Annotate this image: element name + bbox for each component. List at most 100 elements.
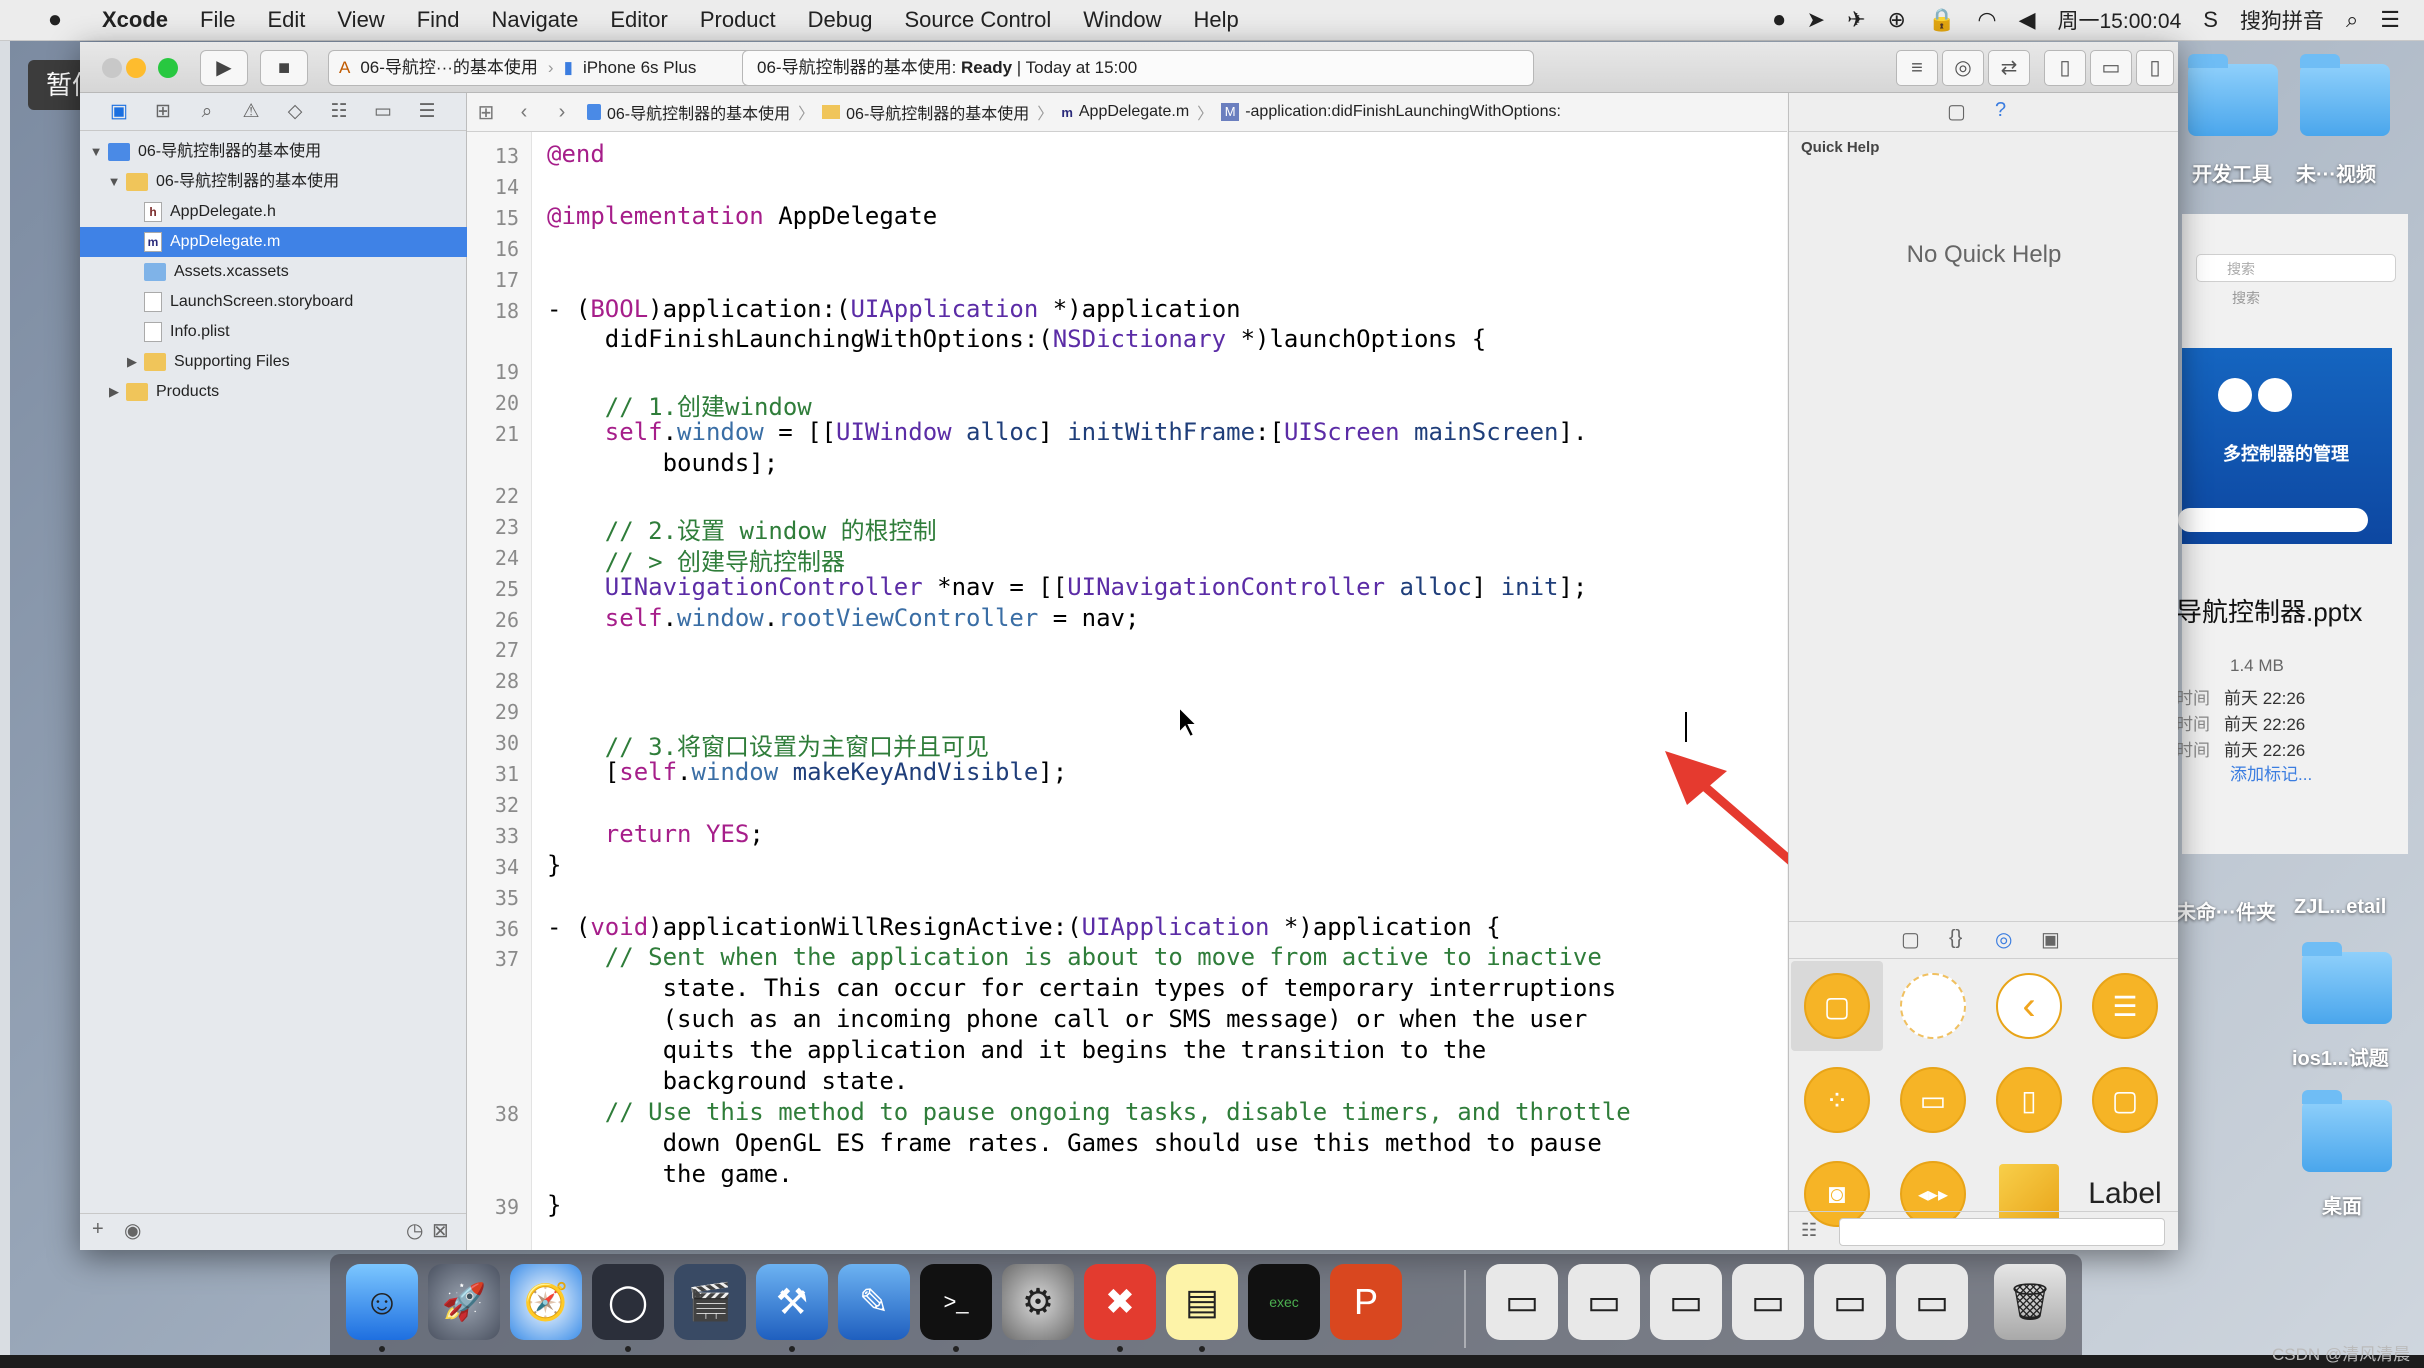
code-line[interactable]: bounds]; (547, 449, 779, 477)
wifi-icon[interactable]: ◠ (1977, 7, 1996, 33)
code-line[interactable]: [self.window makeKeyAndVisible]; (547, 758, 1067, 786)
crumb-project[interactable]: 06-导航控制器的基本使用 (581, 100, 796, 124)
issue-navigator-tab-icon[interactable]: ⚠ (236, 100, 266, 123)
code-line[interactable]: } (547, 851, 561, 879)
menu-source-control[interactable]: Source Control (889, 7, 1068, 33)
code-line[interactable]: } (547, 1191, 561, 1219)
folder-icon[interactable] (2302, 942, 2392, 1024)
tree-item[interactable]: LaunchScreen.storyboard (80, 287, 510, 317)
back-chevron-icon[interactable]: ‹ (505, 101, 543, 124)
object-library-icon[interactable]: ◎ (1995, 927, 2012, 952)
trash-icon[interactable]: 🗑 (1994, 1264, 2066, 1340)
code-line[interactable]: (such as an incoming phone call or SMS m… (547, 1005, 1588, 1033)
console-icon[interactable]: exec (1248, 1264, 1320, 1340)
desktop-label-desktop[interactable]: 桌面 (2322, 1190, 2362, 1219)
scm-filter-icon[interactable]: ⊠ (432, 1218, 449, 1243)
desktop-label-video[interactable]: 未···视频 (2296, 158, 2376, 187)
assistant-editor-icon[interactable]: ◎ (1942, 50, 1984, 86)
menu-debug[interactable]: Debug (792, 7, 889, 33)
tree-item[interactable]: ▼ 06-导航控制器的基本使用 (80, 137, 474, 167)
standard-editor-icon[interactable]: ≡ (1896, 50, 1938, 86)
minimized-window-icon[interactable]: ▭ (1650, 1264, 1722, 1340)
desktop-label-unnamed-folder[interactable]: 未命···件夹 (2176, 896, 2276, 925)
toggle-navigator-icon[interactable]: ▯ (2044, 50, 2086, 86)
code-line[interactable]: @implementation AppDelegate (547, 202, 937, 230)
filter-icon[interactable]: ◉ (124, 1218, 141, 1243)
run-button[interactable]: ▶ (200, 50, 248, 86)
code-line[interactable]: didFinishLaunchingWithOptions:(NSDiction… (547, 325, 1486, 353)
code-line[interactable]: // Use this method to pause ongoing task… (547, 1098, 1631, 1126)
zoom-button[interactable] (158, 58, 178, 78)
tree-item[interactable]: Info.plist (80, 317, 510, 347)
add-file-icon[interactable]: + (92, 1218, 104, 1241)
library-page-view-controller[interactable]: ▢ (2079, 1055, 2171, 1145)
quick-help-icon[interactable]: ? (1995, 99, 2006, 122)
toggle-utilities-icon[interactable]: ▯ (2136, 50, 2174, 86)
location-icon[interactable]: ➤ (1807, 7, 1825, 33)
library-filter-input[interactable] (1839, 1218, 2165, 1246)
terminal-icon[interactable]: >_ (920, 1264, 992, 1340)
crumb-group[interactable]: 06-导航控制器的基本使用 (816, 100, 1035, 124)
code-snippet-library-icon[interactable]: {} (1949, 927, 1962, 950)
system-preferences-icon[interactable]: ⚙ (1002, 1264, 1074, 1340)
input-method-icon[interactable]: S (2203, 7, 2218, 33)
tree-item[interactable]: ▶ Supporting Files (80, 347, 510, 377)
code-line[interactable]: // 2.设置 window 的根控制 (547, 511, 937, 546)
mouse-app-icon[interactable]: ◯ (592, 1264, 664, 1340)
version-editor-icon[interactable]: ⇄ (1988, 50, 2030, 86)
find-navigator-tab-icon[interactable]: ⌕ (192, 101, 222, 123)
library-storyboard-reference[interactable] (1887, 961, 1979, 1051)
minimize-button[interactable] (126, 58, 146, 78)
code-line[interactable]: self.window = [[UIWindow alloc] initWith… (547, 418, 1588, 446)
menu-window[interactable]: Window (1067, 7, 1177, 33)
code-line[interactable]: the game. (547, 1160, 793, 1188)
finder-icon[interactable]: ☺ (346, 1264, 418, 1340)
menu-navigate[interactable]: Navigate (476, 7, 595, 33)
tree-item[interactable]: Assets.xcassets (80, 257, 510, 287)
add-tag-link[interactable]: 添加标记... (2230, 760, 2312, 785)
xcode-dock-icon[interactable]: ⚒ (756, 1264, 828, 1340)
crumb-file[interactable]: m AppDelegate.m (1055, 103, 1195, 121)
media-library-icon[interactable]: ▣ (2041, 927, 2060, 952)
source-editor[interactable]: ⊞ ‹ › 06-导航控制器的基本使用 〉 06-导航控制器的基本使用 〉 m … (467, 93, 1827, 1250)
disclosure-triangle-icon[interactable]: ▼ (106, 167, 122, 197)
file-inspector-icon[interactable]: ▢ (1947, 99, 1966, 124)
code-line[interactable]: UINavigationController *nav = [[UINaviga… (547, 573, 1588, 601)
menu-edit[interactable]: Edit (251, 7, 321, 33)
related-items-icon[interactable]: ⊞ (467, 100, 505, 125)
code-line[interactable]: - (BOOL)application:(UIApplication *)app… (547, 295, 1241, 323)
menu-file[interactable]: File (184, 7, 251, 33)
crumb-method[interactable]: M -application:didFinishLaunchingWithOpt… (1215, 103, 1567, 121)
tree-item[interactable]: ▶ Products (80, 377, 492, 407)
menu-find[interactable]: Find (401, 7, 476, 33)
presentation-app-icon[interactable]: P (1330, 1264, 1402, 1340)
input-method-label[interactable]: 搜狗拼音 (2240, 5, 2324, 35)
disclosure-triangle-icon[interactable]: ▶ (106, 377, 122, 407)
airplane-icon[interactable]: ✈ (1847, 7, 1865, 33)
photo-app-icon[interactable]: 🎬 (674, 1264, 746, 1340)
folder-icon[interactable] (2300, 54, 2390, 136)
code-line[interactable]: - (void)applicationWillResignActive:(UIA… (547, 913, 1501, 941)
code-line[interactable]: @end (547, 140, 605, 168)
test-navigator-tab-icon[interactable]: ◇ (280, 100, 310, 123)
minimized-window-icon[interactable]: ▭ (1732, 1264, 1804, 1340)
file-template-library-icon[interactable]: ▢ (1901, 927, 1920, 952)
breakpoint-navigator-tab-icon[interactable]: ▭ (368, 100, 398, 123)
xmind-icon[interactable]: ✖ (1084, 1264, 1156, 1340)
disclosure-triangle-icon[interactable]: ▶ (124, 347, 140, 377)
lock-icon[interactable]: 🔒 (1928, 7, 1955, 33)
screen-record-icon[interactable]: ⏺ (1774, 7, 1785, 33)
code-line[interactable]: // 3.将窗口设置为主窗口并且可见 (547, 727, 989, 762)
library-tab-bar-controller[interactable]: ▭ (1887, 1055, 1979, 1145)
code-line[interactable]: state. This can occur for certain types … (547, 974, 1617, 1002)
tree-item[interactable]: m AppDelegate.m (80, 227, 510, 257)
code-line[interactable]: background state. (547, 1067, 909, 1095)
notes-icon[interactable]: ▤ (1166, 1264, 1238, 1340)
stop-button[interactable]: ■ (260, 50, 308, 86)
library-view-controller[interactable]: ▢ (1791, 961, 1883, 1051)
code-line[interactable]: // Sent when the application is about to… (547, 943, 1602, 971)
code-line[interactable]: quits the application and it begins the … (547, 1036, 1487, 1064)
library-split-view-controller[interactable]: ▯ (1983, 1055, 2075, 1145)
code-area[interactable]: @end @implementation AppDelegate - (BOOL)a… (467, 132, 1787, 1250)
close-button[interactable] (102, 58, 122, 78)
